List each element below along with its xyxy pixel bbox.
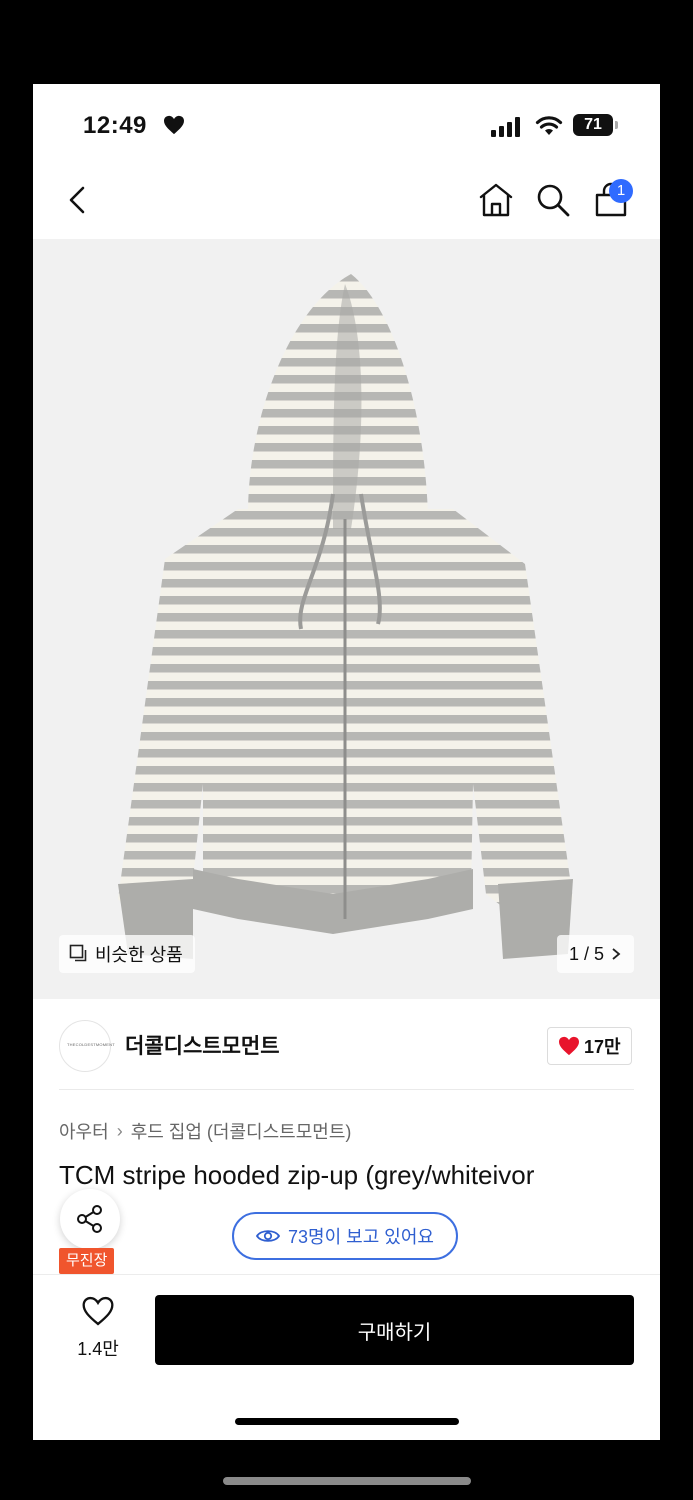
hoodie-image [118, 274, 573, 959]
battery-icon: 71 [573, 114, 619, 138]
viewers-count-label: 73명이 보고 있어요 [288, 1227, 434, 1247]
share-icon [77, 1205, 102, 1233]
chevron-right-icon [612, 948, 621, 960]
brand-logo[interactable]: THECOLDESTMOMENT [59, 1020, 115, 1072]
heart-status-icon [164, 115, 184, 135]
product-title: TCM stripe hooded zip-up (grey/whiteivor [59, 1160, 535, 1190]
back-icon[interactable] [61, 182, 97, 218]
wifi-icon [535, 116, 563, 135]
home-indicator [235, 1418, 459, 1425]
image-counter-label: 1 / 5 [568, 943, 604, 964]
outer-home-indicator [223, 1477, 471, 1485]
brand-name[interactable]: 더콜디스트모먼트 [125, 1030, 280, 1060]
heart-filled-icon [559, 1036, 579, 1056]
eye-icon [256, 1230, 281, 1242]
divider [33, 1274, 660, 1275]
wishlist-button[interactable]: 1.4만 [73, 1296, 123, 1361]
similar-products-button[interactable]: 비슷한 상품 [59, 935, 195, 973]
heart-outline-icon [82, 1296, 114, 1326]
status-time: 12:49 [83, 112, 147, 139]
viewers-count-pill: 73명이 보고 있어요 [232, 1212, 458, 1260]
promo-tag-badge: 무진장 [59, 1248, 115, 1274]
signal-icon [491, 117, 520, 137]
buy-button[interactable]: 구매하기 [155, 1295, 634, 1365]
image-counter[interactable]: 1 / 5 [556, 935, 634, 973]
phone-screen: 12:49 71 1 비슷한 상품 1 / 5 THECOLDESTMOMENT… [33, 84, 660, 1440]
divider [59, 1089, 634, 1090]
similar-icon [69, 944, 87, 962]
home-icon[interactable] [478, 182, 514, 218]
breadcrumb-category[interactable]: 아우터 [59, 1118, 109, 1144]
brand-like-button[interactable]: 17만 [547, 1027, 632, 1065]
brand-like-count: 17만 [584, 1037, 621, 1057]
cart-count-badge: 1 [609, 179, 633, 203]
similar-products-label: 비슷한 상품 [95, 945, 183, 965]
share-button[interactable] [60, 1189, 120, 1249]
battery-level: 71 [573, 114, 613, 136]
breadcrumb-subcategory[interactable]: 후드 집업 (더콜디스트모먼트) [131, 1118, 352, 1144]
product-image-carousel[interactable]: 비슷한 상품 1 / 5 [33, 239, 660, 999]
breadcrumb: 아우터 › 후드 집업 (더콜디스트모먼트) [59, 1118, 351, 1144]
wishlist-count: 1.4만 [77, 1339, 119, 1359]
chevron-right-icon: › [116, 1120, 123, 1141]
search-icon[interactable] [535, 182, 571, 218]
